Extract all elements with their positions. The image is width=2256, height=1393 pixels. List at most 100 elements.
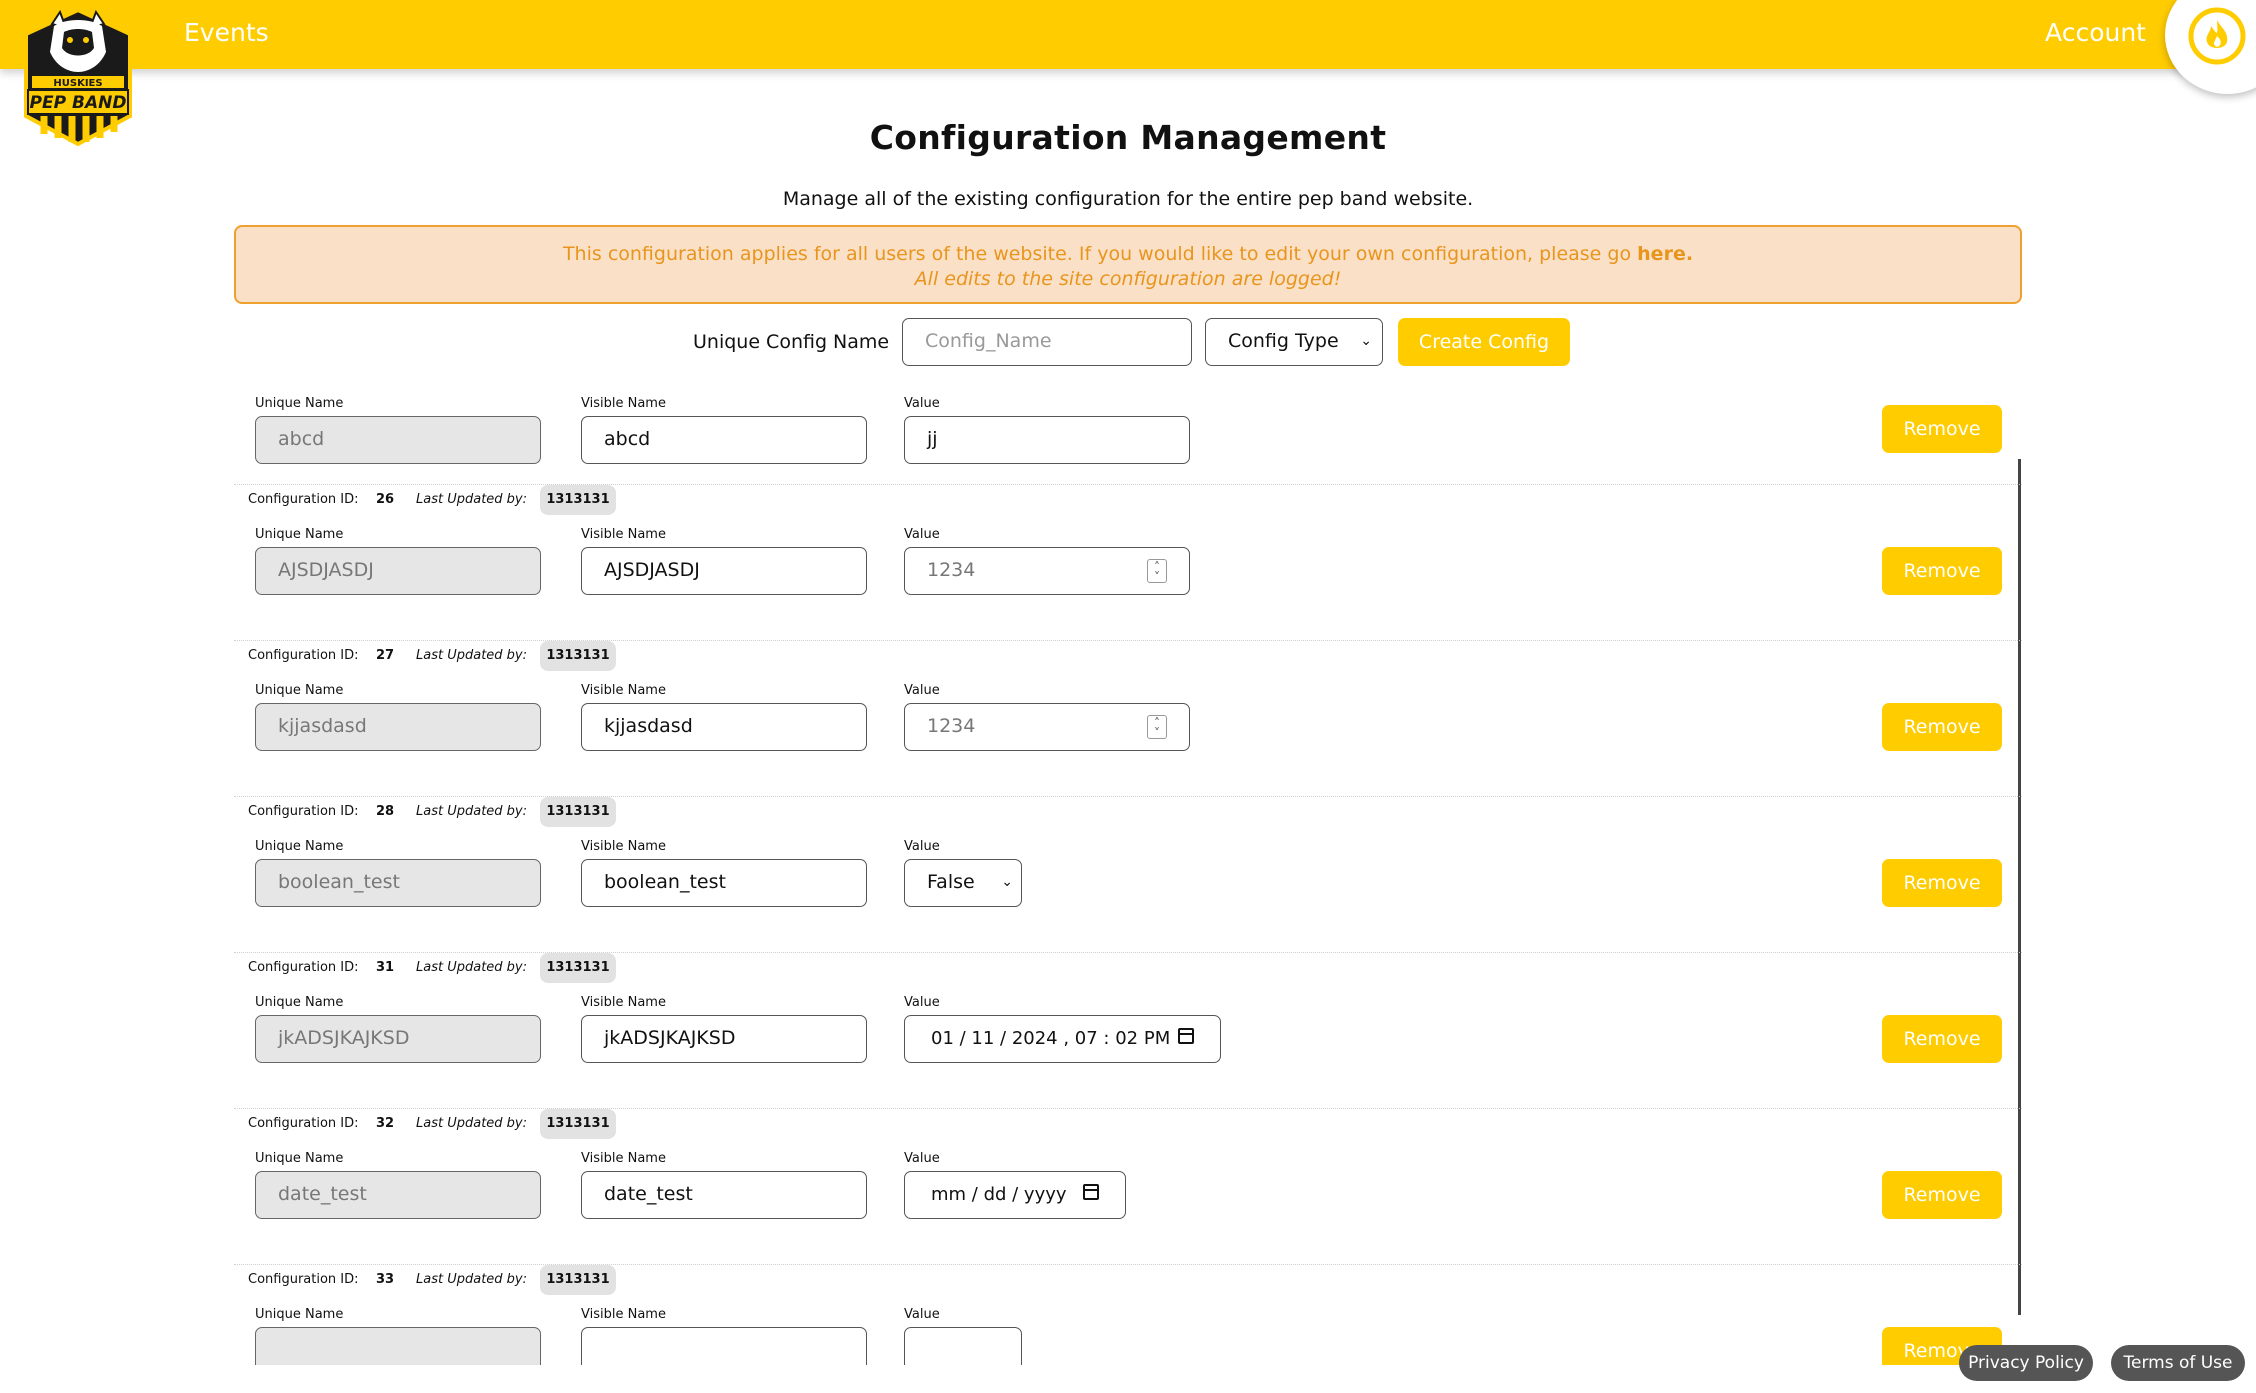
visible-name-label: Visible Name: [581, 396, 666, 411]
visible-name-field[interactable]: jkADSJKAJKSD: [581, 1015, 867, 1063]
value-label: Value: [904, 839, 940, 854]
unique-name-label: Unique Name: [255, 1307, 344, 1322]
chevron-down-icon: ⌄: [1001, 874, 1013, 890]
updated-by-badge: 1313131: [540, 1109, 616, 1139]
config-row: Configuration ID: 28 Last Updated by: 13…: [234, 797, 2022, 953]
nav-account-link[interactable]: Account: [2045, 18, 2146, 47]
remove-button[interactable]: Remove: [1882, 1171, 2002, 1219]
updated-by-label: Last Updated by:: [416, 960, 528, 975]
config-id-label: Configuration ID:: [248, 648, 359, 663]
visible-name-field[interactable]: abcd: [581, 416, 867, 464]
pep-band-logo[interactable]: HUSKIES PEP BAND: [14, 4, 142, 154]
visible-name-field[interactable]: [581, 1327, 867, 1365]
value-text: mm / dd / yyyy: [931, 1184, 1067, 1205]
calendar-icon[interactable]: [1083, 1184, 1099, 1200]
value-text: 01 / 11 / 2024 , 07 : 02 PM: [931, 1028, 1171, 1049]
value-field[interactable]: [904, 1327, 1022, 1365]
privacy-policy-link[interactable]: Privacy Policy: [1959, 1345, 2093, 1381]
unique-name-field[interactable]: boolean_test: [255, 859, 541, 907]
unique-name-field[interactable]: abcd: [255, 416, 541, 464]
top-navbar: Events Account: [0, 0, 2256, 69]
value-field[interactable]: jj: [904, 416, 1190, 464]
chevron-down-icon: ⌄: [1360, 333, 1372, 349]
config-id-label: Configuration ID:: [248, 804, 359, 819]
flame-icon: [2188, 7, 2246, 65]
nav-events-link[interactable]: Events: [184, 18, 269, 47]
config-name-input[interactable]: Config_Name: [902, 318, 1192, 366]
config-type-value: Config Type: [1228, 330, 1339, 352]
updated-by-badge: 1313131: [540, 485, 616, 515]
unique-name-label: Unique Name: [255, 839, 344, 854]
create-config-form: Unique Config Name Config_Name Config Ty…: [0, 318, 2256, 366]
updated-by-badge: 1313131: [540, 641, 616, 671]
config-id-label: Configuration ID:: [248, 492, 359, 507]
config-list: Unique Name abcd Visible Name abcd Value…: [234, 375, 2022, 1365]
unique-name-label: Unique Name: [255, 1151, 344, 1166]
config-row: Configuration ID: 33 Last Updated by: 13…: [234, 1265, 2022, 1365]
visible-name-field[interactable]: AJSDJASDJ: [581, 547, 867, 595]
value-text: False: [927, 871, 975, 893]
visible-name-field[interactable]: kjjasdasd: [581, 703, 867, 751]
remove-button[interactable]: Remove: [1882, 1015, 2002, 1063]
visible-name-field[interactable]: date_test: [581, 1171, 867, 1219]
notice-warning: All edits to the site configuration are …: [914, 268, 1342, 290]
visible-name-label: Visible Name: [581, 1307, 666, 1322]
value-text: 1234: [927, 715, 976, 737]
value-label: Value: [904, 995, 940, 1010]
value-text: 1234: [927, 559, 976, 581]
remove-button[interactable]: Remove: [1882, 405, 2002, 453]
updated-by-badge: 1313131: [540, 797, 616, 827]
config-row: Unique Name abcd Visible Name abcd Value…: [234, 375, 2022, 485]
updated-by-badge: 1313131: [540, 953, 616, 983]
config-id-value: 32: [376, 1116, 395, 1131]
config-row: Configuration ID: 26 Last Updated by: 13…: [234, 485, 2022, 641]
value-number-field[interactable]: 1234 ˄ ˅: [904, 703, 1190, 751]
value-boolean-select[interactable]: False ⌄: [904, 859, 1022, 907]
unique-name-label: Unique Name: [255, 527, 344, 542]
updated-by-label: Last Updated by:: [416, 1116, 528, 1131]
visible-name-label: Visible Name: [581, 527, 666, 542]
visible-name-label: Visible Name: [581, 683, 666, 698]
value-label: Value: [904, 1307, 940, 1322]
updated-by-label: Last Updated by:: [416, 492, 528, 507]
calendar-icon[interactable]: [1178, 1028, 1194, 1044]
notice-here-link[interactable]: here.: [1637, 243, 1693, 265]
updated-by-label: Last Updated by:: [416, 1272, 528, 1287]
unique-name-label: Unique Name: [255, 683, 344, 698]
terms-of-use-link[interactable]: Terms of Use: [2111, 1345, 2245, 1381]
create-config-button[interactable]: Create Config: [1398, 318, 1570, 366]
unique-name-field[interactable]: jkADSJKAJKSD: [255, 1015, 541, 1063]
visible-name-field[interactable]: boolean_test: [581, 859, 867, 907]
unique-name-field[interactable]: kjjasdasd: [255, 703, 541, 751]
value-datetime-field[interactable]: 01 / 11 / 2024 , 07 : 02 PM: [904, 1015, 1221, 1063]
config-row: Configuration ID: 32 Last Updated by: 13…: [234, 1109, 2022, 1265]
unique-name-field[interactable]: date_test: [255, 1171, 541, 1219]
value-date-field[interactable]: mm / dd / yyyy: [904, 1171, 1126, 1219]
config-id-value: 27: [376, 648, 395, 663]
config-id-value: 31: [376, 960, 395, 975]
remove-button[interactable]: Remove: [1882, 703, 2002, 751]
unique-name-field[interactable]: AJSDJASDJ: [255, 547, 541, 595]
value-label: Value: [904, 683, 940, 698]
config-id-value: 28: [376, 804, 395, 819]
config-type-select[interactable]: Config Type ⌄: [1205, 318, 1383, 366]
account-avatar-button[interactable]: [2165, 0, 2256, 94]
remove-button[interactable]: Remove: [1882, 547, 2002, 595]
stepper-icon[interactable]: ˄ ˅: [1147, 715, 1167, 739]
create-config-label: Unique Config Name: [693, 331, 890, 353]
unique-name-label: Unique Name: [255, 995, 344, 1010]
notice-text: This configuration applies for all users…: [562, 243, 1632, 265]
config-row: Configuration ID: 27 Last Updated by: 13…: [234, 641, 2022, 797]
value-number-field[interactable]: 1234 ˄ ˅: [904, 547, 1190, 595]
value-label: Value: [904, 1151, 940, 1166]
unique-name-field[interactable]: [255, 1327, 541, 1365]
updated-by-label: Last Updated by:: [416, 648, 528, 663]
updated-by-badge: 1313131: [540, 1265, 616, 1295]
config-id-label: Configuration ID:: [248, 960, 359, 975]
visible-name-label: Visible Name: [581, 995, 666, 1010]
remove-button[interactable]: Remove: [1882, 859, 2002, 907]
config-id-label: Configuration ID:: [248, 1116, 359, 1131]
stepper-icon[interactable]: ˄ ˅: [1147, 559, 1167, 583]
page-title: Configuration Management: [869, 118, 1387, 157]
value-label: Value: [904, 396, 940, 411]
